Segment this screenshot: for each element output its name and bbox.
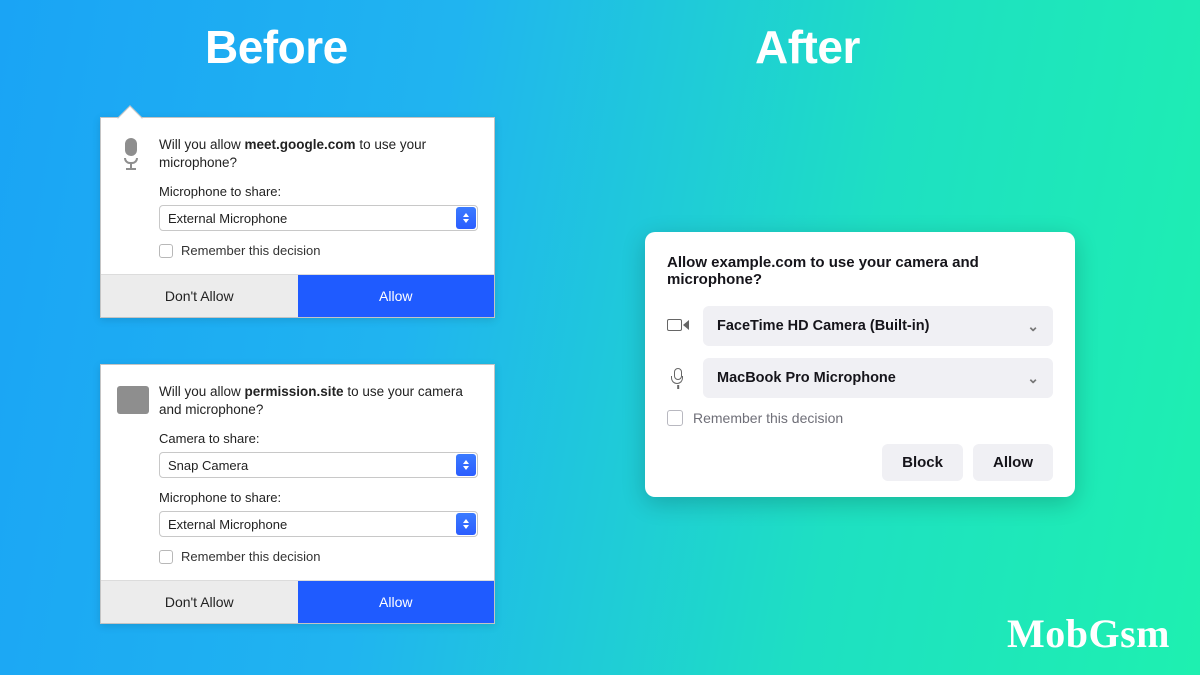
old-permission-dialog-cam-mic: Will you allow permission.site to use yo… (100, 364, 495, 624)
microphone-icon (667, 368, 689, 388)
camera-share-label: Camera to share: (159, 431, 478, 446)
camera-icon (117, 385, 145, 403)
remember-label: Remember this decision (693, 410, 843, 426)
remember-decision-row[interactable]: Remember this decision (159, 243, 478, 258)
microphone-select[interactable]: MacBook Pro Microphone ⌄ (703, 358, 1053, 398)
block-button[interactable]: Block (882, 444, 963, 481)
camera-row: FaceTime HD Camera (Built-in) ⌄ (667, 306, 1053, 346)
heading-before: Before (205, 20, 348, 74)
dialog-footer: Don't Allow Allow (101, 274, 494, 317)
remember-decision-row[interactable]: Remember this decision (667, 410, 1053, 426)
dialog-actions: Block Allow (667, 444, 1053, 481)
microphone-row: MacBook Pro Microphone ⌄ (667, 358, 1053, 398)
allow-button[interactable]: Allow (298, 275, 495, 317)
mic-share-label: Microphone to share: (159, 184, 478, 199)
chevron-down-icon: ⌄ (1027, 370, 1039, 387)
prompt-pre: Will you allow (159, 384, 245, 399)
allow-button[interactable]: Allow (973, 444, 1053, 481)
microphone-select-value: MacBook Pro Microphone (717, 370, 896, 386)
remember-checkbox[interactable] (159, 244, 173, 258)
prompt-pre: Will you allow (159, 137, 245, 152)
camera-icon (667, 319, 689, 333)
prompt-site: meet.google.com (245, 137, 356, 152)
mic-share-label: Microphone to share: (159, 490, 478, 505)
select-arrows-icon (456, 207, 476, 229)
remember-checkbox[interactable] (667, 410, 683, 426)
prompt-site: permission.site (245, 384, 344, 399)
dialog-footer: Don't Allow Allow (101, 580, 494, 623)
camera-select[interactable]: Snap Camera (159, 452, 478, 478)
mic-select-value: External Microphone (168, 517, 287, 532)
permission-prompt: Will you allow permission.site to use yo… (159, 383, 478, 419)
dont-allow-button[interactable]: Don't Allow (101, 581, 298, 623)
mic-select-value: External Microphone (168, 211, 287, 226)
mic-select[interactable]: External Microphone (159, 205, 478, 231)
remember-label: Remember this decision (181, 243, 320, 258)
microphone-icon (122, 138, 140, 164)
select-arrows-icon (456, 454, 476, 476)
dont-allow-button[interactable]: Don't Allow (101, 275, 298, 317)
mic-select[interactable]: External Microphone (159, 511, 478, 537)
camera-select-value: Snap Camera (168, 458, 248, 473)
permission-prompt: Will you allow meet.google.com to use yo… (159, 136, 478, 172)
remember-label: Remember this decision (181, 549, 320, 564)
remember-decision-row[interactable]: Remember this decision (159, 549, 478, 564)
remember-checkbox[interactable] (159, 550, 173, 564)
camera-select-value: FaceTime HD Camera (Built-in) (717, 318, 929, 334)
watermark: MobGsm (1007, 610, 1170, 657)
new-permission-dialog: Allow example.com to use your camera and… (645, 232, 1075, 497)
old-permission-dialog-mic: Will you allow meet.google.com to use yo… (100, 117, 495, 318)
permission-title: Allow example.com to use your camera and… (667, 254, 1053, 288)
chevron-down-icon: ⌄ (1027, 318, 1039, 335)
camera-select[interactable]: FaceTime HD Camera (Built-in) ⌄ (703, 306, 1053, 346)
allow-button[interactable]: Allow (298, 581, 495, 623)
heading-after: After (755, 20, 860, 74)
select-arrows-icon (456, 513, 476, 535)
